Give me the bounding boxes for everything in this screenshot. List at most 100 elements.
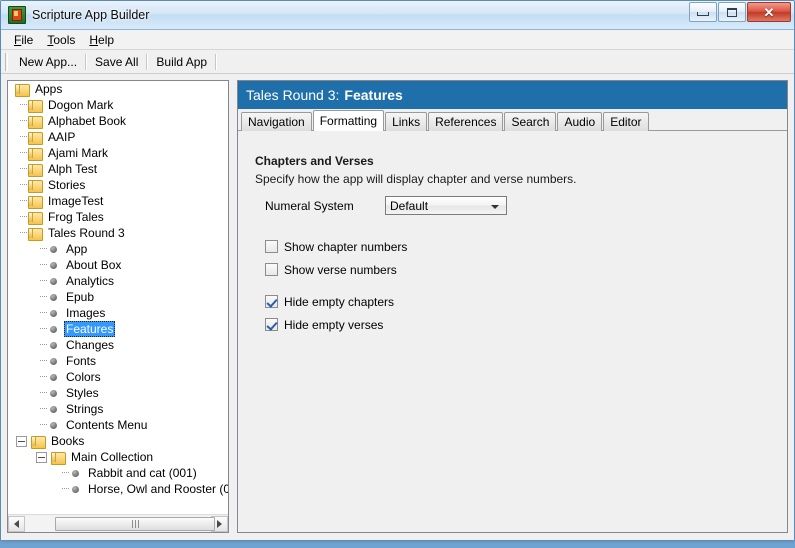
tree-item-label: ImageTest [48,194,104,208]
checkbox-row[interactable]: Show chapter numbers [265,235,787,258]
tree-item-analytics[interactable]: Analytics [8,273,228,289]
save-all-button[interactable]: Save All [88,53,145,71]
folder-icon [27,131,43,145]
tree-item-label: Strings [66,402,104,416]
minimize-button[interactable] [689,2,717,22]
tree-item-ajami-mark[interactable]: Ajami Mark [8,145,228,161]
tree-item-label: Apps [35,82,63,96]
checkbox-label: Hide empty chapters [284,294,395,309]
tree-item-dogon-mark[interactable]: Dogon Mark [8,97,228,113]
panel-header-app-name: Tales Round 3: [246,87,340,103]
tree-item-aaip[interactable]: AAIP [8,129,228,145]
tree-item-features[interactable]: Features [8,321,228,337]
tree-root-item[interactable]: Apps [8,81,228,97]
sphere-icon [47,354,61,368]
checkbox-unchecked-icon[interactable] [265,263,278,276]
folder-icon [27,115,43,129]
tree-item-books[interactable]: Books [8,433,228,449]
checkbox-row[interactable]: Hide empty chapters [265,290,787,313]
tree-item-strings[interactable]: Strings [8,401,228,417]
folder-icon [30,435,46,449]
menu-tools[interactable]: Tools [40,31,82,49]
tree-item-frog-tales[interactable]: Frog Tales [8,209,228,225]
menu-file[interactable]: File [7,31,40,49]
tree-item-colors[interactable]: Colors [8,369,228,385]
panel-splitter[interactable] [230,80,235,533]
sphere-icon [69,482,83,496]
checkbox-row[interactable]: Show verse numbers [265,258,787,281]
tree-connector [36,337,47,353]
tree-connector [36,321,47,337]
folder-icon [27,227,43,241]
tree-item-tales-round-3[interactable]: Tales Round 3 [8,225,228,241]
tab-search[interactable]: Search [504,112,557,131]
tree-item-rabbit-and-cat-001[interactable]: Rabbit and cat (001) [8,465,228,481]
toolbar-drag-handle[interactable] [3,52,10,71]
build-app-button[interactable]: Build App [149,53,214,71]
tree-item-horse-owl-and-rooster-00[interactable]: Horse, Owl and Rooster (00 [8,481,228,497]
project-tree-panel: Apps Dogon Mark Alphabet Book AAIP Ajami Mar… [7,80,229,533]
tab-navigation[interactable]: Navigation [241,112,312,131]
checkbox-unchecked-icon[interactable] [265,240,278,253]
tree-item-stories[interactable]: Stories [8,177,228,193]
app-logo-icon [8,6,26,24]
menu-help[interactable]: Help [82,31,121,49]
tree-item-changes[interactable]: Changes [8,337,228,353]
tab-links[interactable]: Links [385,112,428,131]
tree-item-label: Tales Round 3 [48,226,125,240]
checkbox-checked-icon[interactable] [265,295,278,308]
title-bar: Scripture App Builder ✕ [1,1,794,30]
menu-help-label-rest: elp [98,32,115,47]
tab-references[interactable]: References [428,112,504,131]
tree-item-label: Features [64,321,116,337]
folder-icon [27,179,43,193]
close-button[interactable]: ✕ [747,2,791,22]
folder-icon [14,83,30,97]
tree-item-about-box[interactable]: About Box [8,257,228,273]
tree-item-epub[interactable]: Epub [8,289,228,305]
tree-item-app[interactable]: App [8,241,228,257]
checkbox-row[interactable]: Hide empty verses [265,313,787,336]
tree-item-alphabet-book[interactable]: Alphabet Book [8,113,228,129]
sphere-icon [47,242,61,256]
tab-formatting[interactable]: Formatting [312,110,385,131]
tree-item-label: Dogon Mark [48,98,114,112]
collapse-expander-icon[interactable] [36,451,47,463]
tree-item-alph-test[interactable]: Alph Test [8,161,228,177]
collapse-expander-icon[interactable] [16,435,27,447]
tree-connector [36,289,47,305]
menu-bar: File Tools Help [1,30,794,50]
tree-item-label: Epub [66,290,95,304]
maximize-button[interactable] [718,2,746,22]
checkbox-label: Show verse numbers [284,262,397,277]
tree-horizontal-scrollbar[interactable] [8,514,228,532]
tree-connector [16,129,27,145]
panel-header-section-name: Features [344,87,403,103]
numeral-system-select[interactable]: Default [385,196,507,215]
scroll-left-button[interactable] [8,515,25,532]
sphere-icon [47,386,61,400]
tab-editor[interactable]: Editor [603,112,649,131]
checkbox-checked-icon[interactable] [265,318,278,331]
folder-icon [27,211,43,225]
tree-item-contents-menu[interactable]: Contents Menu [8,417,228,433]
tree-item-main-collection[interactable]: Main Collection [8,449,228,465]
tree-connector [36,353,47,369]
chevron-right-icon [217,519,222,528]
tool-bar: New App... Save All Build App [1,50,794,74]
grip-icon [131,519,139,528]
chevron-down-icon [491,205,499,209]
sphere-icon [47,338,61,352]
tree-connector [36,385,47,401]
tree-item-imagetest[interactable]: ImageTest [8,193,228,209]
tree-item-label: Alph Test [48,162,98,176]
folder-icon [50,451,66,465]
tree-item-images[interactable]: Images [8,305,228,321]
tree-item-fonts[interactable]: Fonts [8,353,228,369]
tree-item-styles[interactable]: Styles [8,385,228,401]
scrollbar-track[interactable] [25,515,215,532]
tab-audio[interactable]: Audio [557,112,603,131]
project-tree[interactable]: Apps Dogon Mark Alphabet Book AAIP Ajami Mar… [8,81,228,515]
scrollbar-thumb[interactable] [55,516,215,531]
new-app-button[interactable]: New App... [12,53,84,71]
